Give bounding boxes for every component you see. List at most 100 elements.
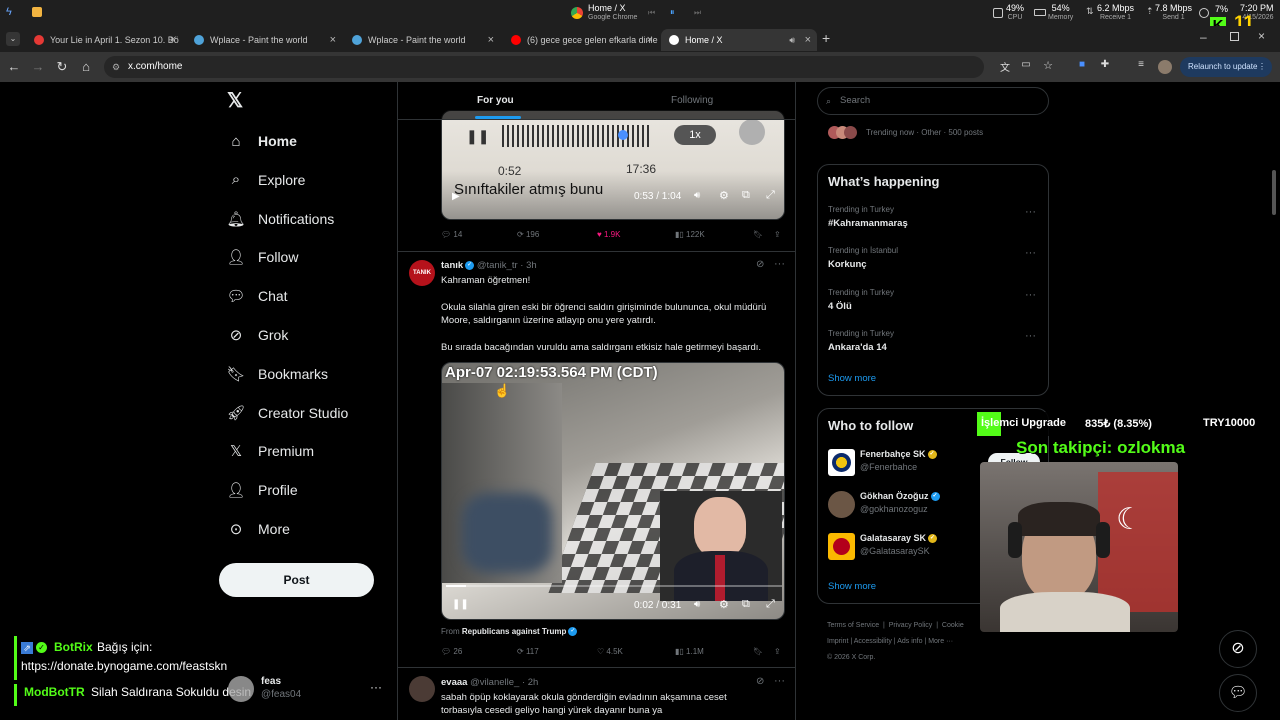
media-prev-icon[interactable]: ⏮ xyxy=(648,8,655,18)
mic-icon[interactable] xyxy=(739,119,765,145)
repost-button[interactable]: ⟳ 117 xyxy=(517,647,539,656)
reply-button[interactable]: 💬︎ 26 xyxy=(441,647,462,656)
footer-link[interactable]: Terms of Service xyxy=(827,622,879,629)
sidebar-item-chat[interactable]: 💬︎ Chat xyxy=(226,281,287,311)
author-handle[interactable]: @tanik_tr xyxy=(477,260,518,271)
browser-tab[interactable]: (6) gece gece gelen efkarla dinle × xyxy=(503,29,659,51)
sidebar-item-creator-studio[interactable]: 🚀︎ Creator Studio xyxy=(226,398,348,428)
messages-float-button[interactable]: 💬︎ xyxy=(1219,674,1257,712)
settings-icon[interactable]: ⚙ xyxy=(719,598,729,611)
share-button[interactable]: ⇪ xyxy=(774,230,781,239)
sidebar-item-home[interactable]: ⌂ Home xyxy=(226,126,296,156)
tab-close-icon[interactable]: × xyxy=(330,29,336,51)
account-more-icon[interactable]: ··· xyxy=(370,680,382,694)
trend-title[interactable]: Korkunç xyxy=(828,259,867,270)
footer-link[interactable]: Ads info xyxy=(897,638,922,645)
tab-search-icon[interactable]: ⌄ xyxy=(6,32,20,46)
show-more-link[interactable]: Show more xyxy=(828,581,876,592)
share-button[interactable]: ⇪ xyxy=(774,647,781,656)
footer-link[interactable]: Imprint xyxy=(827,638,848,645)
more-icon[interactable]: ··· xyxy=(774,675,785,687)
post-button[interactable]: Post xyxy=(219,563,374,597)
reload-icon[interactable]: ↻ xyxy=(54,59,70,75)
follow-handle[interactable]: @Fenerbahce xyxy=(860,462,917,472)
browser-tab[interactable]: Wplace - Paint the world × xyxy=(344,29,500,51)
media-control-icon[interactable]: ≡ xyxy=(1133,59,1149,70)
footer-link[interactable]: More ··· xyxy=(928,638,953,645)
sidebar-item-notifications[interactable]: 🔔︎ Notifications xyxy=(226,204,334,234)
pip-icon[interactable]: ⧉ xyxy=(742,598,750,611)
avatar[interactable] xyxy=(828,491,855,518)
video-pause-icon[interactable]: ❚❚ xyxy=(452,599,469,610)
fullscreen-icon[interactable]: ⤢ xyxy=(766,189,775,202)
bookmark-button[interactable]: 🔖︎ xyxy=(753,647,763,656)
follow-name[interactable]: Gökhan Özoğuz ✓ xyxy=(860,491,940,502)
author-name[interactable]: tanık xyxy=(441,260,463,271)
trend-context[interactable]: Trending in Turkey xyxy=(828,205,894,214)
more-icon[interactable]: ··· xyxy=(774,258,785,270)
repost-button[interactable]: ⟳ 196 xyxy=(517,230,539,239)
tab-following[interactable]: Following xyxy=(671,95,713,106)
bookmark-button[interactable]: 🔖︎ xyxy=(753,230,763,239)
sidebar-item-bookmarks[interactable]: 🔖︎ Bookmarks xyxy=(226,359,328,389)
grok-float-button[interactable]: ⊘ xyxy=(1219,630,1257,668)
views-button[interactable]: ▮▯ 1.1M xyxy=(675,647,704,656)
back-icon[interactable]: ← xyxy=(6,59,22,74)
footer-link[interactable]: Accessibility xyxy=(854,638,892,645)
follow-name[interactable]: Galatasaray SK ✓ xyxy=(860,533,938,544)
settings-icon[interactable]: ⚙ xyxy=(719,189,729,202)
folder-icon[interactable] xyxy=(32,7,42,17)
grok-icon[interactable]: ⊘ xyxy=(756,676,764,687)
search-input[interactable]: ⌕ Search xyxy=(817,87,1049,115)
tab-for-you[interactable]: For you xyxy=(477,95,514,106)
profile-avatar[interactable] xyxy=(1158,60,1172,74)
follow-name[interactable]: Fenerbahçe SK ✓ xyxy=(860,449,937,460)
trend-title[interactable]: 4 Ölü xyxy=(828,301,852,312)
footer-link[interactable]: Cookie xyxy=(942,622,964,629)
tweet-media-video[interactable]: ❚❚ 1x 0:52 17:36 Sınıftakiler atmış bunu… xyxy=(441,110,785,220)
puzzle-icon[interactable]: ✚ xyxy=(1097,59,1113,70)
avatar[interactable] xyxy=(828,449,855,476)
trend-context[interactable]: Trending in İstanbul xyxy=(828,246,898,255)
pip-icon[interactable]: ⧉ xyxy=(742,189,750,202)
source-account[interactable]: Republicans against Trump xyxy=(462,627,566,636)
tab-audio-icon[interactable]: 🔊︎ xyxy=(789,29,795,51)
minimize-icon[interactable]: – xyxy=(1200,30,1207,44)
star-icon[interactable]: ☆ xyxy=(1040,59,1056,72)
scrollbar-thumb[interactable] xyxy=(1272,170,1276,215)
tab-close-icon[interactable]: × xyxy=(170,29,176,51)
author-name[interactable]: evaaa xyxy=(441,677,467,688)
avatar[interactable] xyxy=(409,676,435,702)
tweet-media-video[interactable]: Apr-07 02:19:53.564 PM (CDT) ❚❚ 0:02 / 0… xyxy=(441,362,785,620)
audio-scrubber[interactable] xyxy=(618,130,628,140)
media-pause-icon[interactable]: ⏸ xyxy=(670,7,675,18)
x-logo-icon[interactable]: 𝕏 xyxy=(227,91,245,111)
sidebar-item-profile[interactable]: 👤︎ Profile xyxy=(226,475,297,505)
sidebar-item-premium[interactable]: 𝕏 Premium xyxy=(226,436,314,466)
follow-handle[interactable]: @gokhanozoguz xyxy=(860,504,928,514)
tweet-time[interactable]: · 2h xyxy=(522,677,538,688)
address-bar[interactable]: ⚙ x.com/home xyxy=(104,56,984,78)
tab-close-icon[interactable]: × xyxy=(488,29,494,51)
sidebar-item-explore[interactable]: ⌕ Explore xyxy=(226,165,306,195)
views-button[interactable]: ▮▯ 122K xyxy=(675,230,705,239)
translate-icon[interactable]: 文 xyxy=(997,59,1013,74)
trend-more-icon[interactable]: ··· xyxy=(1025,206,1036,218)
maximize-icon[interactable] xyxy=(1230,32,1239,41)
speed-button[interactable]: 1x xyxy=(674,125,716,145)
site-info-icon[interactable]: ⚙ xyxy=(112,56,120,78)
forward-icon[interactable]: → xyxy=(30,59,46,74)
trend-title[interactable]: #Kahramanmaraş xyxy=(828,218,908,229)
extension-icon[interactable]: ■ xyxy=(1074,59,1090,70)
audio-pause-icon[interactable]: ❚❚ xyxy=(466,128,489,145)
trend-context[interactable]: Trending in Turkey xyxy=(828,288,894,297)
account-handle[interactable]: @feas04 xyxy=(261,689,301,700)
account-name[interactable]: feas xyxy=(261,676,281,687)
tab-close-icon[interactable]: × xyxy=(805,29,811,51)
grok-icon[interactable]: ⊘ xyxy=(756,259,764,270)
like-button[interactable]: ♥ 1.9K xyxy=(597,230,620,239)
relaunch-button[interactable]: Relaunch to update ⋮ xyxy=(1180,57,1272,77)
author-handle[interactable]: @vilanelle_ xyxy=(470,677,519,688)
install-icon[interactable]: ▭ xyxy=(1018,59,1034,70)
trend-more-icon[interactable]: ··· xyxy=(1025,289,1036,301)
